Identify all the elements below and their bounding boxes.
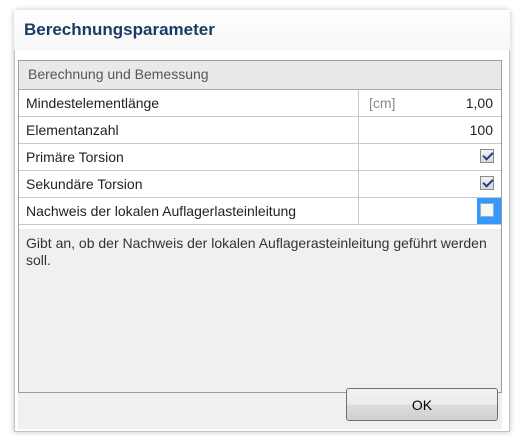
row-primaere-torsion[interactable]: Primäre Torsion [19,144,501,171]
row-label: Nachweis der lokalen Auflagerlasteinleit… [19,198,359,224]
nachweis-checkbox[interactable] [480,203,494,217]
row-label: Sekundäre Torsion [19,171,359,197]
row-elementanzahl[interactable]: Elementanzahl 100 [19,117,501,144]
primaere-torsion-checkbox[interactable] [480,149,494,163]
value-field[interactable]: 100 [470,122,493,138]
dialog-title: Berechnungsparameter [24,20,215,39]
row-mindestelementlaenge[interactable]: Mindestelementlänge [cm] 1,00 [19,90,501,117]
description-panel: Gibt an, ob der Nachweis der lokalen Auf… [19,229,501,392]
row-label: Primäre Torsion [19,144,359,170]
dialog-titlebar: Berechnungsparameter [14,10,510,50]
section-header: Berechnung und Bemessung [19,61,501,90]
unit-label: [cm] [369,95,396,111]
row-label: Elementanzahl [19,117,359,143]
ok-button[interactable]: OK [346,388,498,421]
row-nachweis-auflagerlasteinleitung[interactable]: Nachweis der lokalen Auflagerlasteinleit… [19,198,501,225]
sekundaere-torsion-checkbox[interactable] [480,176,494,190]
value-field[interactable]: 1,00 [466,95,493,111]
row-label: Mindestelementlänge [19,90,359,116]
row-sekundaere-torsion[interactable]: Sekundäre Torsion [19,171,501,198]
property-grid: Berechnung und Bemessung Mindestelementl… [18,60,502,393]
